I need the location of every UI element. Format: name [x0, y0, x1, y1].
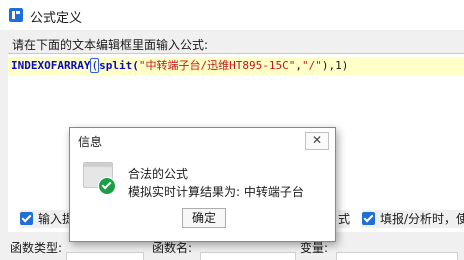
formula-string-arg: "中转端子台/迅维HT895-15C" — [138, 59, 296, 72]
formula-tail: ),1) — [321, 59, 349, 72]
formula-line[interactable]: INDEXOFARRAY(split("中转端子台/迅维HT895-15C","… — [8, 57, 464, 75]
formula-separator-arg: "/" — [301, 59, 322, 72]
editor-prompt: 请在下面的文本编辑框里面输入公式: — [12, 38, 209, 52]
validation-message: 合法的公式 — [128, 167, 189, 181]
formula-open-paren: ( — [90, 58, 100, 73]
input-hint-option[interactable]: 输入提 — [20, 210, 75, 228]
fill-analysis-checkbox[interactable] — [362, 212, 375, 225]
ok-button[interactable]: 确定 — [182, 208, 226, 228]
function-type-label: 函数类型: — [10, 241, 63, 255]
formula-comma: , — [295, 59, 302, 72]
info-dialog-body: 合法的公式 模拟实时计算结果为: 中转端子台 确定 — [70, 153, 335, 241]
formula-option-fragment: 式 — [338, 210, 351, 228]
fill-analysis-option[interactable]: 填报/分析时，使 — [362, 210, 464, 228]
formula-function-name: INDEXOFARRAY — [11, 59, 91, 72]
window-titlebar: 公式定义 — [0, 0, 464, 30]
app-logo-icon — [9, 8, 23, 22]
info-dialog-titlebar: 信息 ✕ — [70, 128, 335, 153]
window-title: 公式定义 — [30, 11, 83, 26]
formula-inner-function: split( — [99, 59, 139, 72]
input-hint-checkbox[interactable] — [20, 212, 33, 225]
info-dialog: 信息 ✕ 合法的公式 模拟实时计算结果为: 中转端子台 确定 — [69, 127, 336, 242]
info-dialog-title: 信息 — [78, 135, 103, 149]
close-icon[interactable]: ✕ — [305, 132, 329, 150]
calculation-result: 模拟实时计算结果为: 中转端子台 — [128, 185, 304, 199]
fill-analysis-label: 填报/分析时，使 — [380, 212, 464, 226]
success-check-icon — [98, 177, 116, 195]
